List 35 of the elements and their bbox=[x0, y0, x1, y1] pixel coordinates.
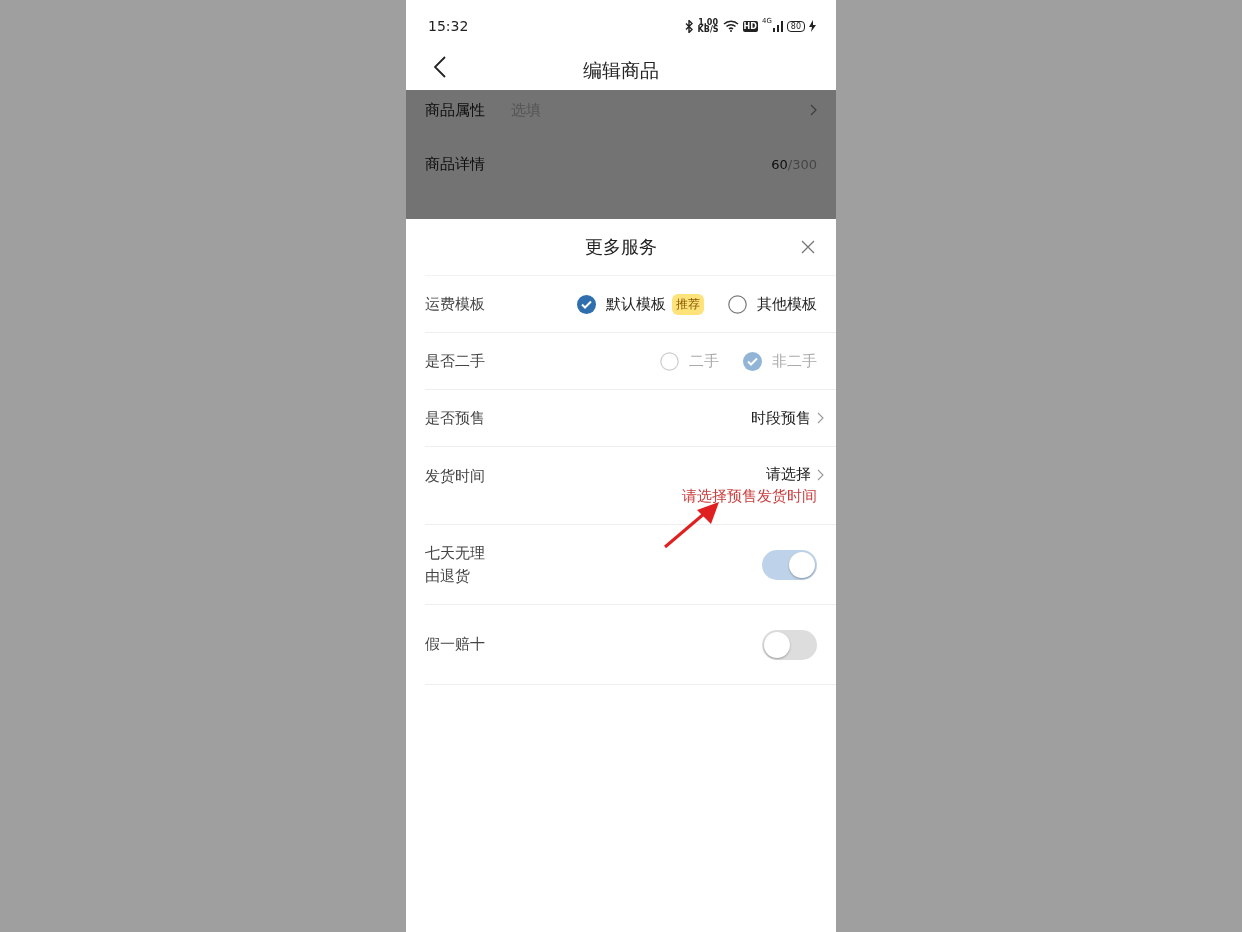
error-message: 请选择预售发货时间 bbox=[682, 487, 817, 506]
chevron-icon bbox=[810, 104, 817, 116]
page-title: 编辑商品 bbox=[583, 58, 659, 83]
form-label: 运费模板 bbox=[425, 293, 486, 315]
charging-icon bbox=[809, 20, 816, 32]
network-speed: 1.00 KB/S bbox=[697, 19, 719, 33]
select-value[interactable]: 时段预售 bbox=[751, 408, 811, 428]
form-label: 发货时间 bbox=[425, 466, 486, 487]
signal-icon bbox=[772, 20, 783, 32]
bluetooth-icon bbox=[684, 19, 694, 33]
toggle-switch[interactable] bbox=[762, 629, 817, 660]
annotation-arrow bbox=[663, 501, 721, 549]
radio-icon[interactable] bbox=[728, 294, 747, 314]
form-label: 假一赔十 bbox=[425, 634, 486, 655]
battery-level: 80 bbox=[786, 20, 805, 32]
chevron-icon bbox=[817, 468, 824, 481]
option-label: 二手 bbox=[689, 351, 719, 371]
select-value[interactable]: 请选择 bbox=[766, 465, 811, 484]
form-label: 是否预售 bbox=[425, 407, 486, 429]
close-icon[interactable] bbox=[801, 240, 815, 254]
recommend-tag: 推荐 bbox=[672, 293, 704, 315]
form-label: 是否二手 bbox=[425, 350, 486, 372]
hd-indicator: HD bbox=[742, 20, 758, 32]
option-label: 其他模板 bbox=[757, 294, 817, 314]
form-label: 商品详情 bbox=[425, 154, 485, 174]
checked-radio-icon[interactable] bbox=[577, 294, 596, 314]
option-label: 非二手 bbox=[772, 351, 817, 371]
chevron-icon bbox=[817, 412, 824, 424]
sheet-title: 更多服务 bbox=[585, 235, 657, 259]
wifi-icon bbox=[722, 20, 739, 32]
status-time: 15:32 bbox=[428, 18, 469, 34]
back-icon[interactable] bbox=[434, 56, 446, 78]
form-label: 七天无理由退货 bbox=[425, 542, 486, 587]
form-label: 商品属性 bbox=[425, 100, 485, 120]
option-label: 默认模板 bbox=[606, 294, 666, 314]
